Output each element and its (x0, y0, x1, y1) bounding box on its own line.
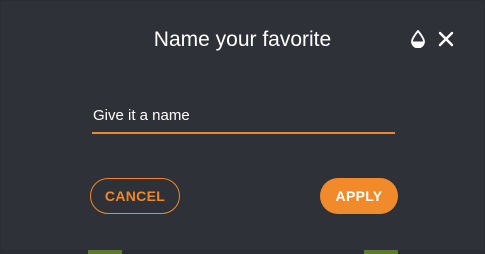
close-icon[interactable] (436, 29, 456, 49)
favorite-name-input[interactable] (92, 101, 395, 132)
dialog-header-icons (408, 29, 456, 49)
droplet-icon[interactable] (408, 29, 428, 49)
backdrop-strip-right (364, 250, 398, 254)
cancel-button[interactable]: CANCEL (90, 178, 180, 214)
name-field (92, 101, 395, 134)
favorite-name-dialog: Name your favorite CANCEL APPLY (1, 1, 484, 250)
name-field-underline (92, 132, 395, 134)
apply-button[interactable]: APPLY (320, 178, 398, 214)
backdrop-strip-left (88, 250, 122, 254)
